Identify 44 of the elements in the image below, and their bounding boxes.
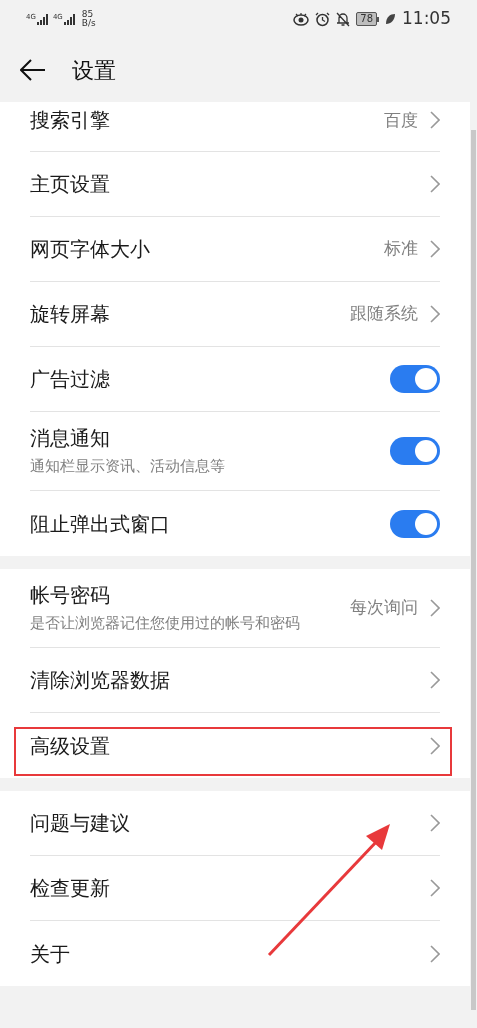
chevron-right-icon [430,599,440,617]
chevron-right-icon [430,240,440,258]
chevron-right-icon [430,736,440,755]
setting-label: 清除浏览器数据 [30,667,171,694]
toggle-switch[interactable] [390,437,440,465]
setting-label: 高级设置 [30,732,111,760]
setting-value: 百度 [384,109,418,132]
muted-bell-icon [336,11,351,27]
toggle-switch[interactable] [390,509,440,538]
setting-label: 帐号密码 [30,582,111,609]
alarm-icon [315,11,331,27]
setting-label: 阻止弹出式窗口 [30,510,171,538]
speed-unit: B/s [81,19,96,28]
chevron-right-icon [430,305,440,323]
leaf-icon [385,13,396,25]
setting-label: 广告过滤 [30,366,111,393]
setting-label: 问题与建议 [30,810,131,837]
setting-description: 是否让浏览器记住您使用过的帐号和密码 [30,613,301,634]
chevron-right-icon [430,175,440,193]
chevron-right-icon [430,879,440,897]
setting-description: 通知栏显示资讯、活动信息等 [30,456,226,477]
eye-icon [293,12,310,26]
chevron-right-icon [430,111,440,129]
network-speed: 85 [81,10,95,19]
page-title: 设置 [72,56,116,85]
setting-value: 跟随系统 [350,302,418,326]
toggle-switch[interactable] [390,365,440,393]
chevron-right-icon [430,814,440,832]
setting-label: 搜索引擎 [30,107,111,134]
chevron-right-icon [430,944,440,963]
setting-value: 标准 [384,237,418,261]
back-arrow-icon[interactable] [20,59,46,81]
chevron-right-icon [430,671,440,689]
setting-label: 网页字体大小 [30,236,151,263]
setting-value: 每次询问 [350,596,418,620]
clock-time: 11:05 [402,7,451,31]
setting-label: 旋转屏幕 [30,301,111,328]
signal-icon [63,13,76,25]
signal-icon [36,13,49,25]
battery-level: 78 [356,12,377,26]
setting-label: 消息通知 [30,425,111,452]
setting-label: 检查更新 [30,875,111,902]
setting-label: 关于 [30,940,71,968]
setting-label: 主页设置 [30,171,111,198]
